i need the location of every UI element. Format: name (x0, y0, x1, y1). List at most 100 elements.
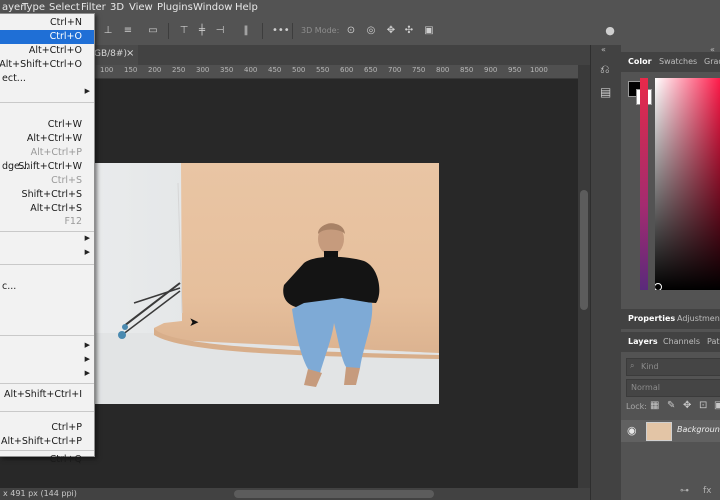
tab-gradients[interactable]: Grad (704, 57, 720, 66)
menu-item-open-smart-object[interactable]: ect... (0, 72, 94, 86)
menu-item-save-as[interactable]: Shift+Ctrl+S (0, 188, 94, 202)
lock-image-icon[interactable]: ✎ (667, 400, 675, 411)
ruler-label: 500 (292, 66, 306, 74)
menu-item-print-one-copy[interactable]: Alt+Shift+Ctrl+P (0, 435, 94, 449)
comments-icon[interactable]: ▤ (600, 85, 611, 99)
link-layers-icon[interactable]: ⊶ (680, 486, 689, 496)
label: ect... (2, 73, 26, 84)
ruler-label: 250 (172, 66, 186, 74)
3d-orbit-icon[interactable]: ⊙ (345, 25, 357, 37)
layers-panel-tabs: Layers Channels Path (621, 332, 720, 352)
ruler-label: 950 (508, 66, 522, 74)
search-icon: ⌕ (630, 361, 635, 370)
menu-3d[interactable]: 3D (110, 2, 124, 13)
distribute-icon[interactable]: ▭ (147, 25, 159, 37)
menu-item-browse[interactable]: Alt+Ctrl+O (0, 44, 94, 58)
lock-transparent-icon[interactable]: ▦ (650, 400, 659, 411)
menu-item-search-adobe-stock[interactable]: c... (0, 280, 94, 294)
menu-item-open-recent[interactable]: ▶ (0, 86, 94, 100)
align-left-icon[interactable]: ⊤ (178, 25, 190, 37)
menu-item-file-info[interactable]: Alt+Shift+Ctrl+I (0, 388, 94, 402)
distribute-horizontal-icon[interactable]: ‖ (240, 25, 252, 37)
close-icon[interactable]: × (126, 48, 134, 59)
tab-color[interactable]: Color (628, 57, 652, 66)
3d-scale-icon[interactable]: ▣ (423, 25, 435, 37)
tab-channels[interactable]: Channels (663, 337, 700, 346)
menu-item-import[interactable]: ▶ (0, 368, 94, 382)
layer-filter-field[interactable]: ⌕ Kind (626, 358, 720, 376)
tab-swatches[interactable]: Swatches (659, 57, 697, 66)
photo-portrait (94, 163, 439, 404)
menu-item-save[interactable]: Ctrl+S (0, 174, 94, 188)
menu-item-automate[interactable]: ▶ (0, 340, 94, 354)
align-right-icon[interactable]: ⊣ (214, 25, 226, 37)
3d-mode-label: 3D Mode: (301, 26, 340, 35)
shortcut: Shift+Ctrl+S (21, 189, 82, 200)
blend-mode-select[interactable]: Normal (626, 379, 720, 397)
label: c... (2, 281, 17, 292)
menu-item-new[interactable]: Ctrl+N (0, 16, 94, 30)
menu-item-revert[interactable]: F12 (0, 215, 94, 229)
menu-item-close[interactable]: Ctrl+W (0, 118, 94, 132)
align-middle-icon[interactable]: ≡ (122, 25, 134, 37)
lock-all-icon[interactable]: ▣ (714, 400, 720, 411)
shortcut: Ctrl+N (50, 17, 82, 28)
3d-roll-icon[interactable]: ◎ (365, 25, 377, 37)
menu-help[interactable]: Help (235, 2, 258, 13)
ruler-label: 100 (100, 66, 114, 74)
menu-item-open-as[interactable]: Alt+Shift+Ctrl+O (0, 58, 94, 72)
layer-effects-icon[interactable]: fx (703, 486, 712, 496)
lock-position-icon[interactable]: ✥ (683, 400, 691, 411)
menu-plugins[interactable]: Plugins (157, 2, 193, 13)
submenu-arrow-icon: ▶ (84, 234, 90, 242)
ruler-label: 800 (436, 66, 450, 74)
menu-item-export[interactable]: ▶ (0, 233, 94, 247)
ruler-label: 550 (316, 66, 330, 74)
menu-item-generate[interactable]: ▶ (0, 247, 94, 261)
ruler-label: 200 (148, 66, 162, 74)
menu-item-scripts[interactable]: ▶ (0, 354, 94, 368)
history-icon[interactable]: ⎌ (600, 62, 610, 77)
menu-filter[interactable]: Filter (81, 2, 106, 13)
tab-adjustments[interactable]: Adjustments (677, 314, 720, 323)
document-size-status[interactable]: x 491 px (144 ppi) (3, 489, 77, 498)
3d-slide-icon[interactable]: ✣ (403, 25, 415, 37)
file-menu: Ctrl+N Ctrl+O Alt+Ctrl+O Alt+Shift+Ctrl+… (0, 13, 95, 465)
menu-item-open[interactable]: Ctrl+O (0, 30, 94, 44)
submenu-arrow-icon: ▶ (84, 248, 90, 256)
align-center-icon[interactable]: ╪ (196, 25, 208, 37)
menu-item-exit[interactable]: Ctrl+Q (0, 453, 94, 467)
menu-item-close-and-go-to-bridge[interactable]: dge... Shift+Ctrl+W (0, 160, 94, 174)
tab-paths[interactable]: Path (707, 337, 720, 346)
menu-type[interactable]: Type (22, 2, 45, 13)
layer-name[interactable]: Background (677, 425, 720, 434)
ruler-label: 650 (364, 66, 378, 74)
document-tab[interactable]: GB/8#) × (92, 45, 138, 65)
submenu-arrow-icon: ▶ (84, 341, 90, 349)
ruler-label: 300 (196, 66, 210, 74)
lock-artboard-icon[interactable]: ⊡ (699, 400, 707, 411)
menu-select[interactable]: Select (49, 2, 80, 13)
menu-item-close-others[interactable]: Alt+Ctrl+P (0, 146, 94, 160)
user-account-icon[interactable]: ● (604, 25, 616, 37)
menu-item-print[interactable]: Ctrl+P (0, 421, 94, 435)
document-image[interactable] (94, 163, 439, 404)
tab-properties[interactable]: Properties (628, 314, 675, 323)
menu-item-save-a-copy[interactable]: Alt+Ctrl+S (0, 202, 94, 216)
menu-window[interactable]: Window (193, 2, 232, 13)
more-options-icon[interactable]: ••• (272, 25, 290, 37)
tab-layers[interactable]: Layers (628, 337, 658, 346)
eye-visibility-icon[interactable]: ◉ (627, 424, 637, 437)
menu-item-close-all[interactable]: Alt+Ctrl+W (0, 132, 94, 146)
vertical-scroll-thumb[interactable] (580, 190, 588, 310)
shortcut: Ctrl+S (51, 175, 82, 186)
menu-view[interactable]: View (129, 2, 153, 13)
align-top-icon[interactable]: ⊥ (102, 25, 114, 37)
3d-pan-icon[interactable]: ✥ (385, 25, 397, 37)
horizontal-scroll-thumb[interactable] (234, 490, 434, 498)
menu-layer[interactable]: ayer (2, 2, 24, 13)
collapse-panels-icon[interactable]: « (601, 45, 606, 54)
shortcut: Ctrl+O (49, 31, 82, 42)
hue-slider[interactable] (640, 78, 648, 290)
color-picker-field[interactable] (654, 78, 720, 291)
